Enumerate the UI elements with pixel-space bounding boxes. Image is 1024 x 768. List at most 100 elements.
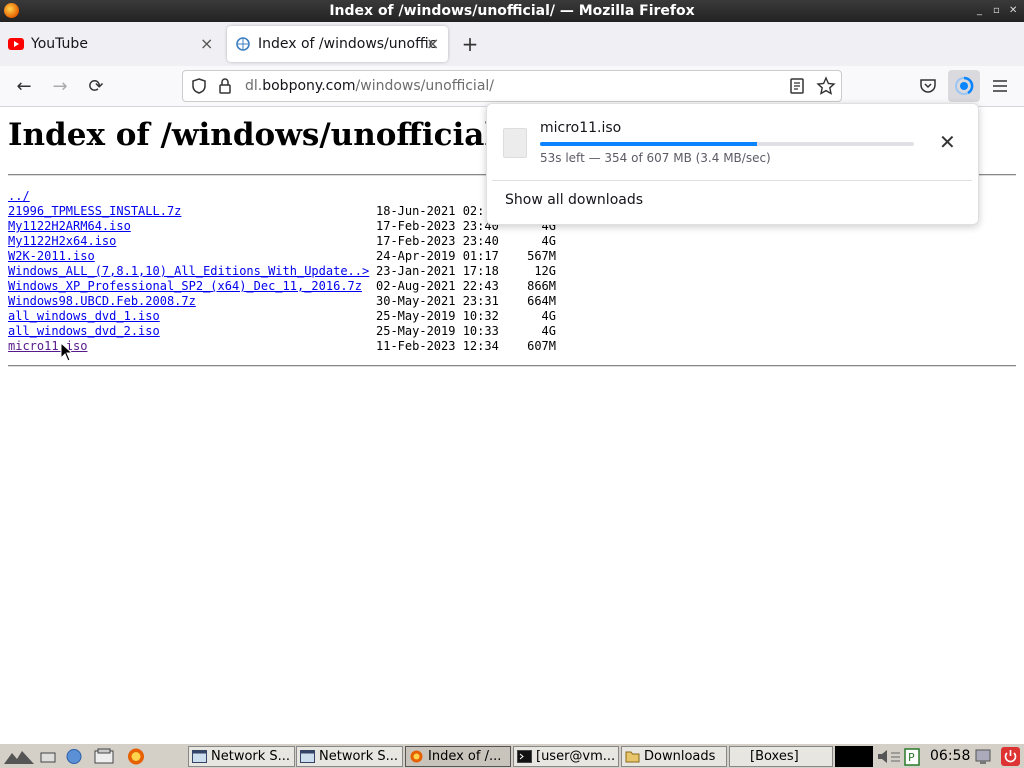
file-date: 02-Aug-2021 22:43 bbox=[376, 279, 499, 293]
url-bar[interactable]: dl.bobpony.com/windows/unofficial/ bbox=[182, 70, 842, 102]
file-link[interactable]: My1122H2x64.iso bbox=[8, 234, 116, 249]
minimize-button[interactable]: _ bbox=[977, 0, 982, 22]
hamburger-menu-icon[interactable] bbox=[990, 77, 1010, 95]
taskbar-item-downloads[interactable]: Downloads bbox=[621, 746, 727, 767]
tab-index[interactable]: Index of /windows/unoffic × bbox=[227, 26, 448, 62]
taskbar-item-label: Network S... bbox=[211, 749, 291, 764]
url-host-prefix: dl. bbox=[245, 78, 263, 94]
file-date: 25-May-2019 10:32 bbox=[376, 309, 499, 323]
taskbar-item-label: Downloads bbox=[644, 749, 716, 764]
firefox-launcher-icon[interactable] bbox=[126, 747, 146, 766]
terminal-icon bbox=[517, 750, 532, 763]
file-size: 567M bbox=[527, 249, 556, 263]
pocket-icon[interactable] bbox=[918, 76, 938, 96]
file-icon bbox=[503, 128, 527, 158]
back-button[interactable]: ← bbox=[11, 74, 37, 100]
url-host: bobpony.com bbox=[262, 78, 356, 94]
taskbar-item-terminal[interactable]: [user@vm... bbox=[513, 746, 619, 767]
download-progress-bar bbox=[540, 142, 914, 146]
panel-divider bbox=[492, 180, 972, 181]
file-size: 4G bbox=[541, 324, 556, 338]
tab-label: YouTube bbox=[31, 36, 88, 52]
taskbar: Network S... Network S... Index of /... … bbox=[0, 743, 1024, 768]
downloads-button[interactable] bbox=[948, 70, 980, 102]
mouse-cursor-icon bbox=[60, 342, 74, 362]
tab-label: Index of /windows/unoffic bbox=[258, 36, 437, 52]
close-tab-icon[interactable]: × bbox=[200, 26, 213, 62]
file-size: 4G bbox=[541, 234, 556, 248]
close-window-button[interactable]: ✕ bbox=[1009, 0, 1017, 22]
file-date: 18-Jun-2021 02: bbox=[376, 204, 485, 218]
file-manager-icon[interactable] bbox=[94, 748, 114, 765]
taskbar-item-network-2[interactable]: Network S... bbox=[296, 746, 403, 767]
divider-bottom bbox=[8, 365, 1016, 367]
taskbar-item-label: [Boxes] bbox=[750, 749, 799, 764]
show-all-downloads-button[interactable]: Show all downloads bbox=[505, 192, 643, 208]
page-title: Index of /windows/unofficial/ bbox=[8, 117, 508, 153]
file-link[interactable]: all_windows_dvd_2.iso bbox=[8, 324, 160, 339]
taskbar-item-firefox[interactable]: Index of /... bbox=[405, 746, 511, 767]
file-date: 24-Apr-2019 01:17 bbox=[376, 249, 499, 263]
parent-dir-link[interactable]: ../ bbox=[8, 189, 30, 204]
download-progress-fill bbox=[540, 142, 757, 146]
firefox-icon bbox=[410, 750, 423, 763]
folder-icon bbox=[625, 751, 640, 763]
taskbar-item-network-1[interactable]: Network S... bbox=[188, 746, 295, 767]
file-date: 17-Feb-2023 23:40 bbox=[376, 219, 499, 233]
downloads-panel: micro11.iso 53s left — 354 of 607 MB (3.… bbox=[486, 103, 979, 225]
file-date: 23-Jan-2021 17:18 bbox=[376, 264, 499, 278]
page-icon bbox=[236, 37, 250, 51]
tab-youtube[interactable]: YouTube × bbox=[0, 26, 222, 62]
file-link[interactable]: all_windows_dvd_1.iso bbox=[8, 309, 160, 324]
forward-button[interactable]: → bbox=[47, 74, 73, 100]
shield-icon[interactable] bbox=[189, 76, 209, 96]
file-date: 30-May-2021 23:31 bbox=[376, 294, 499, 308]
svg-text:P: P bbox=[908, 751, 915, 764]
file-size: 607M bbox=[527, 339, 556, 353]
taskbar-item-label: Index of /... bbox=[428, 749, 502, 764]
file-link[interactable]: Windows_ALL_(7,8.1,10)_All_Editions_With… bbox=[8, 264, 369, 279]
reload-button[interactable]: ⟳ bbox=[83, 74, 109, 100]
file-date: 17-Feb-2023 23:40 bbox=[376, 234, 499, 248]
file-link[interactable]: W2K-2011.iso bbox=[8, 249, 95, 264]
file-link[interactable]: 21996_TPMLESS_INSTALL.7z bbox=[8, 204, 181, 219]
start-menu-icon[interactable] bbox=[2, 747, 36, 766]
file-link[interactable]: micro11.iso bbox=[8, 339, 87, 354]
clock[interactable]: 06:58 bbox=[930, 747, 970, 766]
file-size: 12G bbox=[534, 264, 556, 278]
power-icon[interactable] bbox=[1001, 747, 1020, 766]
show-desktop-icon[interactable] bbox=[40, 749, 56, 764]
taskbar-item-label: [user@vm... bbox=[536, 749, 616, 764]
window-icon bbox=[192, 750, 207, 763]
firefox-logo-icon bbox=[4, 3, 19, 18]
reader-view-icon[interactable] bbox=[787, 76, 807, 96]
file-date: 11-Feb-2023 12:34 bbox=[376, 339, 499, 353]
taskbar-item-label: Network S... bbox=[319, 749, 399, 764]
volume-icon[interactable] bbox=[876, 749, 902, 764]
bookmark-star-icon[interactable] bbox=[816, 76, 836, 96]
lock-screen-icon[interactable] bbox=[974, 748, 992, 765]
maximize-button[interactable]: ▫ bbox=[993, 0, 1000, 22]
cancel-download-button[interactable]: ✕ bbox=[939, 130, 956, 154]
file-link[interactable]: Windows98.UBCD.Feb.2008.7z bbox=[8, 294, 196, 309]
window-title: Index of /windows/unofficial/ — Mozilla … bbox=[329, 3, 695, 19]
close-tab-icon[interactable]: × bbox=[426, 26, 439, 62]
lock-icon[interactable] bbox=[215, 76, 235, 96]
window-icon bbox=[300, 750, 315, 763]
new-tab-button[interactable]: + bbox=[460, 22, 480, 66]
url-text[interactable]: dl.bobpony.com/windows/unofficial/ bbox=[245, 71, 494, 101]
file-size: 866M bbox=[527, 279, 556, 293]
download-file-name[interactable]: micro11.iso bbox=[540, 120, 621, 136]
download-progress-icon bbox=[955, 76, 974, 95]
clipboard-icon[interactable]: P bbox=[903, 747, 921, 766]
youtube-icon bbox=[8, 38, 24, 50]
file-link[interactable]: My1122H2ARM64.iso bbox=[8, 219, 131, 234]
url-path: /windows/unofficial/ bbox=[355, 78, 495, 94]
window-titlebar: Index of /windows/unofficial/ — Mozilla … bbox=[0, 0, 1024, 22]
file-size: 664M bbox=[527, 294, 556, 308]
network-icon[interactable] bbox=[65, 748, 83, 765]
file-link[interactable]: Windows_XP_Professional_SP2_(x64)_Dec_11… bbox=[8, 279, 362, 294]
cpu-monitor-icon bbox=[835, 746, 873, 767]
taskbar-item-boxes[interactable]: [Boxes] bbox=[729, 746, 833, 767]
download-status: 53s left — 354 of 607 MB (3.4 MB/sec) bbox=[540, 151, 771, 165]
